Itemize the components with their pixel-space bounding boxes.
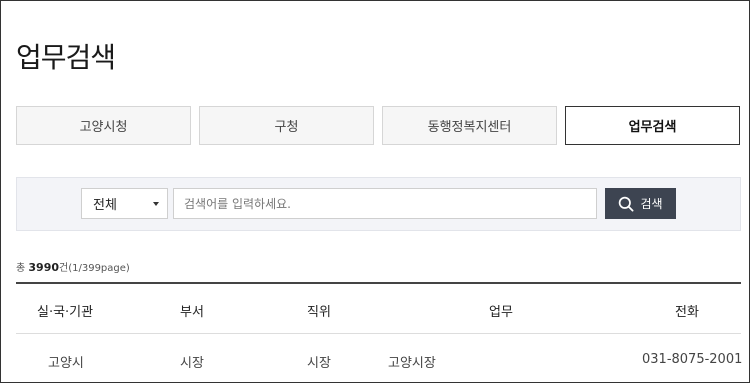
search-button[interactable]: 검색 [605, 188, 676, 219]
tab-community-center[interactable]: 동행정복지센터 [382, 106, 557, 145]
cell-org: 고양시 [48, 356, 84, 371]
search-input[interactable] [173, 188, 597, 219]
column-header-position: 직위 [307, 305, 331, 320]
result-count-prefix: 총 [16, 263, 26, 274]
cell-position: 시장 [307, 356, 331, 371]
column-header-phone: 전화 [675, 305, 699, 320]
caret-down-icon [153, 202, 159, 206]
table-header-row: 실·국·기관 부서 직위 업무 전화 [16, 284, 741, 334]
cell-dept: 시장 [180, 356, 204, 371]
tab-city-hall[interactable]: 고양시청 [16, 106, 191, 145]
search-icon [619, 196, 634, 212]
category-tabs: 고양시청 구청 동행정복지센터 업무검색 [16, 106, 741, 145]
search-panel: 전체 검색 [16, 177, 741, 231]
page-title: 업무검색 [16, 41, 116, 74]
tab-district-office[interactable]: 구청 [199, 106, 374, 145]
result-total: 3990 [28, 261, 60, 274]
search-scope-value: 전체 [93, 198, 117, 213]
table-row: 고양시 시장 시장 고양시장 031-8075-2001 [16, 335, 743, 383]
search-button-label: 검색 [640, 197, 663, 211]
cell-phone: 031-8075-2001 [642, 352, 743, 367]
column-header-dept: 부서 [180, 305, 204, 320]
column-header-duty: 업무 [489, 305, 513, 320]
result-count: 총 3990건(1/399page) [16, 259, 130, 274]
cell-duty: 고양시장 [388, 356, 436, 371]
tab-duty-search[interactable]: 업무검색 [565, 106, 740, 145]
result-count-suffix: 건(1/399page) [59, 263, 130, 274]
search-scope-select[interactable]: 전체 [81, 188, 168, 219]
column-header-org: 실·국·기관 [37, 305, 94, 320]
